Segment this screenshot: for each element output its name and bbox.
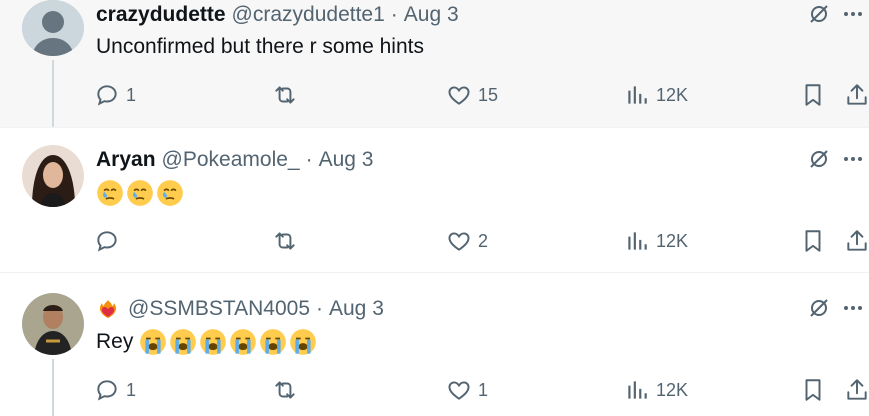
reply-tweet[interactable]: crazydudette @crazydudette1 · Aug 3 Unco… (0, 0, 869, 127)
view-count: 12K (656, 379, 689, 400)
share-button[interactable] (844, 226, 869, 256)
loudly-crying-face-icon (139, 328, 167, 356)
like-button[interactable]: 1 (446, 375, 488, 405)
views-button[interactable]: 12K (624, 375, 688, 405)
reply-icon (94, 82, 120, 108)
more-options-icon[interactable] (841, 296, 865, 320)
views-button[interactable]: 12K (624, 80, 688, 110)
like-button[interactable]: 15 (446, 80, 498, 110)
heart-icon (446, 82, 472, 108)
bookmark-icon (800, 82, 826, 108)
tweet-text: Rey (96, 327, 319, 357)
face-holding-back-tears-icon (96, 179, 124, 207)
tweet-text: Unconfirmed but there r some hints (96, 35, 424, 58)
view-count: 12K (656, 84, 689, 105)
tweet-text-word: Rey (96, 330, 134, 353)
tweet-header: crazydudette @crazydudette1 · Aug 3 (96, 2, 459, 28)
user-photo-avatar (22, 293, 84, 355)
user-handle[interactable]: @SSMBSTAN4005 (128, 297, 310, 321)
user-handle[interactable]: @Pokeamole_ (162, 148, 300, 172)
loudly-crying-face-icon (289, 328, 317, 356)
loudly-crying-face-icon (169, 328, 197, 356)
bookmark-button[interactable] (800, 80, 826, 110)
reply-tweet[interactable]: Aryan @Pokeamole_ · Aug 3 2 12K (0, 127, 869, 273)
heart-icon (446, 228, 472, 254)
reply-button[interactable]: 1 (94, 375, 136, 405)
default-avatar-icon (22, 0, 84, 56)
grok-icon[interactable] (807, 147, 831, 171)
bookmark-icon (800, 228, 826, 254)
share-button[interactable] (844, 80, 869, 110)
share-icon (844, 377, 869, 403)
reply-count: 1 (126, 84, 137, 105)
like-button[interactable]: 2 (446, 226, 488, 256)
separator-dot: · (305, 148, 313, 171)
loudly-crying-face-icon (229, 328, 257, 356)
like-count: 1 (478, 379, 489, 400)
repost-icon (272, 228, 298, 254)
tweet-date[interactable]: Aug 3 (329, 297, 384, 321)
avatar[interactable] (22, 0, 84, 56)
separator-dot: · (316, 297, 323, 320)
tweet-date[interactable]: Aug 3 (319, 148, 374, 172)
like-count: 2 (478, 230, 489, 251)
view-count: 12K (656, 230, 689, 251)
loudly-crying-face-icon (199, 328, 227, 356)
tweet-date[interactable]: Aug 3 (404, 3, 459, 27)
share-button[interactable] (844, 375, 869, 405)
loudly-crying-face-icon (259, 328, 287, 356)
views-icon (624, 82, 650, 108)
action-bar: 1 1 12K (94, 375, 869, 405)
more-options-icon[interactable] (841, 147, 865, 171)
separator-dot: · (390, 3, 398, 26)
reply-button[interactable]: 1 (94, 80, 136, 110)
views-icon (624, 377, 650, 403)
user-photo-avatar (22, 145, 84, 207)
action-bar: 1 15 12K (94, 80, 869, 110)
avatar[interactable] (22, 145, 84, 207)
share-icon (844, 228, 869, 254)
heart-icon (446, 377, 472, 403)
reply-icon (94, 228, 120, 254)
heart-on-fire-icon (96, 297, 120, 321)
more-options-icon[interactable] (841, 2, 865, 26)
tweet-text (96, 178, 186, 208)
bookmark-button[interactable] (800, 226, 826, 256)
bookmark-button[interactable] (800, 375, 826, 405)
like-count: 15 (478, 84, 499, 105)
display-name[interactable]: Aryan (96, 148, 156, 172)
repost-icon (272, 82, 298, 108)
reply-button[interactable] (94, 226, 126, 256)
face-holding-back-tears-icon (156, 179, 184, 207)
face-holding-back-tears-icon (126, 179, 154, 207)
reply-tweet[interactable]: @SSMBSTAN4005 · Aug 3 Rey 1 1 12K (0, 272, 869, 416)
repost-button[interactable] (272, 80, 298, 110)
display-name[interactable]: crazydudette (96, 3, 226, 27)
action-bar: 2 12K (94, 226, 869, 256)
thread-line (52, 60, 54, 127)
user-handle[interactable]: @crazydudette1 (232, 3, 385, 27)
share-icon (844, 82, 869, 108)
reply-icon (94, 377, 120, 403)
thread-line (52, 359, 54, 416)
reply-count: 1 (126, 379, 137, 400)
tweet-header: @SSMBSTAN4005 · Aug 3 (96, 296, 384, 322)
bookmark-icon (800, 377, 826, 403)
repost-button[interactable] (272, 226, 298, 256)
repost-button[interactable] (272, 375, 298, 405)
avatar[interactable] (22, 293, 84, 355)
grok-icon[interactable] (807, 2, 831, 26)
views-button[interactable]: 12K (624, 226, 688, 256)
tweet-header: Aryan @Pokeamole_ · Aug 3 (96, 147, 373, 173)
repost-icon (272, 377, 298, 403)
grok-icon[interactable] (807, 296, 831, 320)
views-icon (624, 228, 650, 254)
